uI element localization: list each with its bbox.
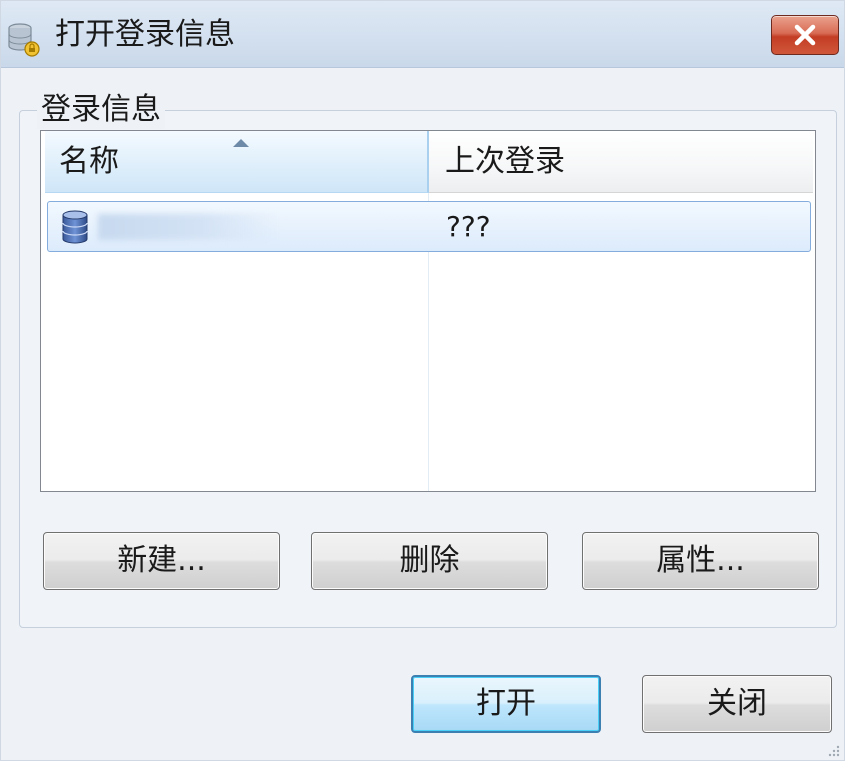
open-login-dialog: 打开登录信息 登录信息 名称 上次登录 ??? 新建... 删除 属性... 打… (0, 0, 845, 761)
close-window-button[interactable] (771, 15, 839, 55)
new-button[interactable]: 新建... (43, 532, 280, 590)
open-button[interactable]: 打开 (411, 675, 601, 733)
login-list[interactable]: 名称 上次登录 ??? (40, 130, 816, 492)
column-header-last-login-label: 上次登录 (445, 144, 565, 179)
title-bar[interactable]: 打开登录信息 (1, 1, 844, 68)
properties-button[interactable]: 属性... (582, 532, 819, 590)
column-header-last-login[interactable]: 上次登录 (429, 131, 813, 193)
column-header-name[interactable]: 名称 (45, 131, 429, 193)
list-item-last-login: ??? (446, 210, 491, 243)
delete-button[interactable]: 删除 (311, 532, 548, 590)
close-button[interactable]: 关闭 (642, 675, 832, 733)
group-label: 登录信息 (37, 91, 165, 129)
window-title: 打开登录信息 (55, 17, 235, 52)
database-login-icon (5, 19, 45, 59)
list-item[interactable]: ??? (47, 201, 811, 252)
sort-ascending-icon (233, 139, 249, 147)
column-header-name-label: 名称 (59, 144, 119, 179)
list-item-name (98, 214, 278, 240)
resize-grip-icon[interactable] (827, 743, 841, 757)
database-icon (60, 210, 90, 244)
